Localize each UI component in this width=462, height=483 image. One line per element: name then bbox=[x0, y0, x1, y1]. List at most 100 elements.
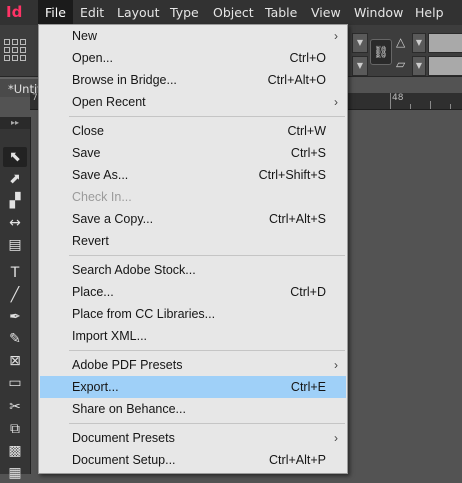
dropdown-arrow-icon[interactable]: ▼ bbox=[352, 33, 368, 53]
menu-help[interactable]: Help bbox=[408, 0, 451, 25]
menu-item-label: New bbox=[72, 29, 98, 43]
page-tool-icon[interactable]: ▞ bbox=[3, 191, 27, 211]
menu-file[interactable]: File bbox=[38, 0, 73, 25]
ruler-tick bbox=[430, 101, 431, 109]
rotate-icon: △ bbox=[396, 35, 406, 49]
submenu-arrow-icon: › bbox=[334, 95, 338, 109]
menu-item-place-from-cc-libraries[interactable]: Place from CC Libraries... bbox=[40, 303, 346, 325]
scissors-tool-icon[interactable]: ✂ bbox=[3, 397, 27, 417]
ruler-tick bbox=[450, 104, 451, 109]
menu-item-shortcut: Ctrl+D bbox=[290, 285, 326, 299]
shear-icon: ▱ bbox=[396, 57, 406, 71]
menu-item-shortcut: Ctrl+E bbox=[290, 380, 326, 394]
file-menu: New › Open... Ctrl+O Browse in Bridge... Ctrl… bbox=[38, 24, 348, 474]
pencil-tool-icon[interactable]: ✎ bbox=[3, 329, 27, 349]
menu-separator bbox=[69, 116, 345, 117]
dropdown-arrow-icon[interactable]: ▼ bbox=[412, 56, 426, 76]
panel-collapse-icon[interactable]: ▸▸ bbox=[0, 117, 30, 129]
menu-item-label: Save bbox=[72, 146, 101, 160]
free-transform-tool-icon[interactable]: ⧉ bbox=[3, 419, 27, 439]
menu-separator bbox=[69, 255, 345, 256]
ruler-label: 7 bbox=[32, 93, 38, 103]
menu-item-shortcut: Ctrl+W bbox=[287, 124, 326, 138]
menu-item-document-presets[interactable]: Document Presets › bbox=[40, 427, 346, 449]
menu-item-label: Import XML... bbox=[72, 329, 148, 343]
menu-item-label: Document Presets bbox=[72, 431, 175, 445]
dropdown-arrow-icon[interactable]: ▼ bbox=[412, 33, 426, 53]
type-tool-icon[interactable]: T bbox=[3, 263, 27, 283]
menu-view[interactable]: View bbox=[304, 0, 348, 25]
submenu-arrow-icon: › bbox=[334, 29, 338, 43]
rectangle-frame-tool-icon[interactable]: ⊠ bbox=[3, 351, 27, 371]
menu-separator bbox=[69, 423, 345, 424]
menu-item-save[interactable]: Save Ctrl+S bbox=[40, 142, 346, 164]
menu-item-shortcut: Ctrl+Alt+S bbox=[269, 212, 326, 226]
menu-item-shortcut: Ctrl+Alt+O bbox=[267, 73, 326, 87]
menu-item-label: Save As... bbox=[72, 168, 129, 182]
menu-item-label: Open Recent bbox=[72, 95, 146, 109]
menu-item-adobe-pdf-presets[interactable]: Adobe PDF Presets › bbox=[40, 354, 346, 376]
submenu-arrow-icon: › bbox=[334, 431, 338, 445]
menu-item-label: Place... bbox=[72, 285, 114, 299]
ruler-tick bbox=[390, 93, 391, 109]
menu-item-export[interactable]: Export... Ctrl+E bbox=[40, 376, 346, 398]
menu-item-revert[interactable]: Revert bbox=[40, 230, 346, 252]
ruler-tick bbox=[410, 104, 411, 109]
menu-item-label: Search Adobe Stock... bbox=[72, 263, 196, 277]
menu-item-label: Browse in Bridge... bbox=[72, 73, 177, 87]
menu-item-label: Check In... bbox=[72, 190, 132, 204]
menu-item-shortcut: Ctrl+O bbox=[289, 51, 326, 65]
menu-item-browse-in-bridge[interactable]: Browse in Bridge... Ctrl+Alt+O bbox=[40, 69, 346, 91]
menu-item-search-adobe-stock[interactable]: Search Adobe Stock... bbox=[40, 259, 346, 281]
line-tool-icon[interactable]: ╱ bbox=[3, 285, 27, 305]
menu-separator bbox=[69, 350, 345, 351]
menu-item-open-recent[interactable]: Open Recent › bbox=[40, 91, 346, 113]
menu-window[interactable]: Window bbox=[347, 0, 410, 25]
menu-item-save-a-copy[interactable]: Save a Copy... Ctrl+Alt+S bbox=[40, 208, 346, 230]
gradient-feather-tool-icon[interactable]: ▦ bbox=[3, 463, 27, 483]
menu-item-new[interactable]: New › bbox=[40, 25, 346, 47]
menu-item-label: Adobe PDF Presets bbox=[72, 358, 183, 372]
menu-item-save-as[interactable]: Save As... Ctrl+Shift+S bbox=[40, 164, 346, 186]
menu-bar: Id File Edit Layout Type Object Table Vi… bbox=[0, 0, 462, 25]
menu-item-place[interactable]: Place... Ctrl+D bbox=[40, 281, 346, 303]
menu-edit[interactable]: Edit bbox=[73, 0, 111, 25]
menu-item-label: Share on Behance... bbox=[72, 402, 186, 416]
direct-selection-tool-icon[interactable]: ⬈ bbox=[3, 169, 27, 189]
ruler-label: 48 bbox=[392, 93, 404, 103]
pen-tool-icon[interactable]: ✒ bbox=[3, 307, 27, 327]
menu-item-share-on-behance[interactable]: Share on Behance... bbox=[40, 398, 346, 420]
rectangle-tool-icon[interactable]: ▭ bbox=[3, 373, 27, 393]
menu-type[interactable]: Type bbox=[163, 0, 206, 25]
dropdown-arrow-icon[interactable]: ▼ bbox=[352, 56, 368, 76]
menu-item-label: Close bbox=[72, 124, 104, 138]
menu-item-close[interactable]: Close Ctrl+W bbox=[40, 120, 346, 142]
menu-object[interactable]: Object bbox=[206, 0, 261, 25]
menu-item-open[interactable]: Open... Ctrl+O bbox=[40, 47, 346, 69]
submenu-arrow-icon: › bbox=[334, 358, 338, 372]
gap-tool-icon[interactable]: ↔ bbox=[3, 213, 27, 233]
menu-item-label: Export... bbox=[72, 380, 119, 394]
menu-item-check-in: Check In... bbox=[40, 186, 346, 208]
menu-item-shortcut: Ctrl+S bbox=[290, 146, 326, 160]
rotation-angle-field[interactable] bbox=[428, 33, 462, 53]
menu-item-document-setup[interactable]: Document Setup... Ctrl+Alt+P bbox=[40, 449, 346, 471]
menu-item-label: Revert bbox=[72, 234, 109, 248]
menu-item-shortcut: Ctrl+Shift+S bbox=[258, 168, 326, 182]
menu-item-import-xml[interactable]: Import XML... bbox=[40, 325, 346, 347]
menu-item-label: Open... bbox=[72, 51, 113, 65]
menu-item-shortcut: Ctrl+Alt+P bbox=[269, 453, 326, 467]
gradient-swatch-tool-icon[interactable]: ▩ bbox=[3, 441, 27, 461]
menu-item-label: Document Setup... bbox=[72, 453, 176, 467]
content-collector-icon[interactable]: ▤ bbox=[3, 235, 27, 255]
shear-angle-field[interactable] bbox=[428, 56, 462, 76]
menu-item-label: Place from CC Libraries... bbox=[72, 307, 216, 321]
indesign-logo-icon: Id bbox=[6, 3, 23, 21]
menu-table[interactable]: Table bbox=[258, 0, 304, 25]
reference-point-icon[interactable] bbox=[4, 39, 26, 61]
tools-panel: ▸▸ ⬉ ⬈ ▞ ↔ ▤ T ╱ ✒ ✎ ⊠ ▭ ✂ ⧉ ▩ ▦ bbox=[0, 117, 31, 481]
menu-item-label: Save a Copy... bbox=[72, 212, 154, 226]
selection-tool-icon[interactable]: ⬉ bbox=[3, 147, 27, 167]
menu-layout[interactable]: Layout bbox=[110, 0, 167, 25]
constrain-proportions-icon[interactable]: ⛓ bbox=[370, 39, 392, 65]
